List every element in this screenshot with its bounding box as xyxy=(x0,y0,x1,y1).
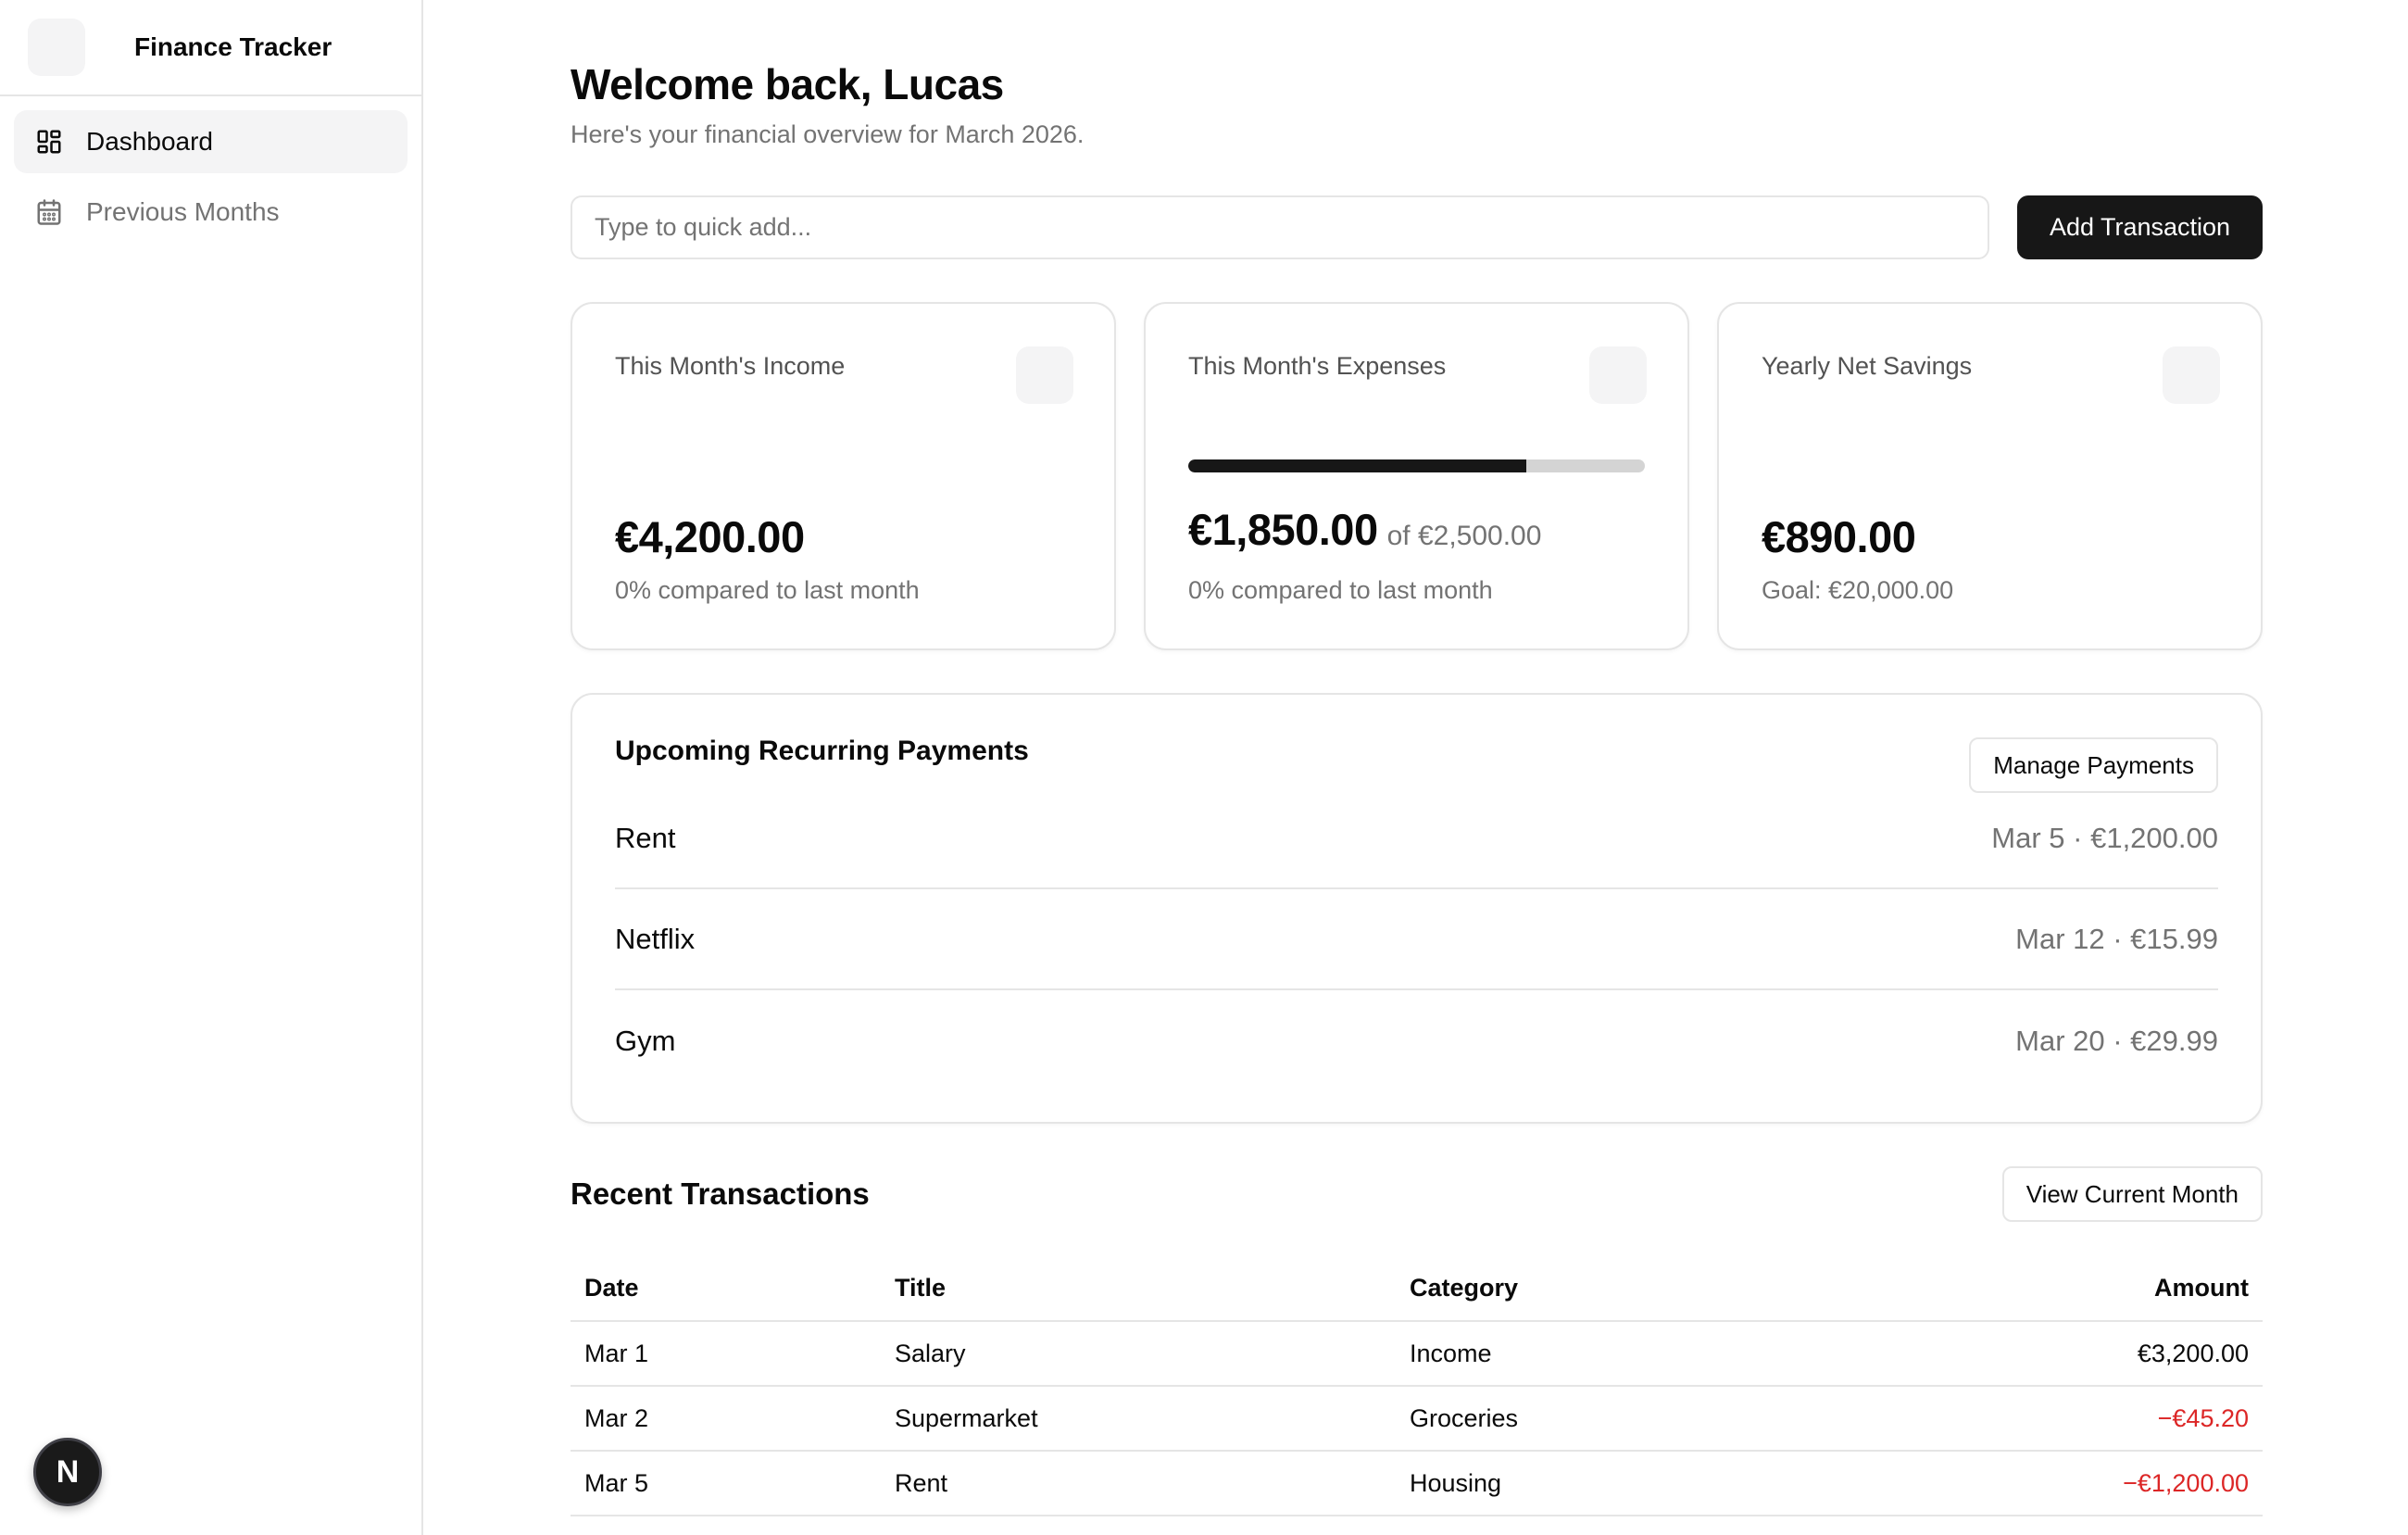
sidebar-item-previous-months[interactable]: Previous Months xyxy=(14,181,408,244)
payment-meta: Mar 12 · €15.99 xyxy=(2015,922,2218,955)
expenses-value: €1,850.00 xyxy=(1188,505,1378,554)
savings-goal: Goal: €20,000.00 xyxy=(1762,576,1954,604)
page-subtitle: Here's your financial overview for March… xyxy=(571,120,1085,148)
table-header-row: Date Title Category Amount xyxy=(571,1256,2263,1322)
income-value: €4,200.00 xyxy=(615,512,805,561)
savings-icon xyxy=(2163,346,2220,404)
app-name: Finance Tracker xyxy=(134,32,332,61)
card-title: This Month's Income xyxy=(615,352,846,380)
expenses-value-row: €1,850.00 of €2,500.00 xyxy=(1188,504,1541,555)
cell-amount: −€45.20 xyxy=(1802,1386,2263,1452)
cell-title: Salary xyxy=(881,1321,1396,1387)
cell-title: Supermarket xyxy=(881,1386,1396,1452)
expenses-progress-fill xyxy=(1188,459,1526,472)
cell-date: Mar 1 xyxy=(571,1321,881,1387)
cell-category: Income xyxy=(1396,1321,1803,1387)
payment-meta: Mar 5 · €1,200.00 xyxy=(1991,821,2218,854)
list-item[interactable]: Rent Mar 5 · €1,200.00 xyxy=(615,788,2218,889)
payment-name: Gym xyxy=(615,1024,676,1057)
cell-date: Mar 2 xyxy=(571,1386,881,1452)
income-icon xyxy=(1016,346,1073,404)
transactions-table: Date Title Category Amount Mar 1 Salary … xyxy=(571,1256,2263,1516)
income-card: This Month's Income €4,200.00 0% compare… xyxy=(571,302,1116,650)
app-root: Finance Tracker Dashboard Previous Month… xyxy=(0,0,2408,1535)
sidebar-item-label: Previous Months xyxy=(86,197,280,226)
card-title: This Month's Expenses xyxy=(1188,352,1447,380)
list-item[interactable]: Gym Mar 20 · €29.99 xyxy=(615,990,2218,1091)
table-row[interactable]: Mar 1 Salary Income €3,200.00 xyxy=(571,1321,2263,1387)
expenses-card: This Month's Expenses €1,850.00 of €2,500… xyxy=(1144,302,1689,650)
cell-title: Rent xyxy=(881,1451,1396,1516)
sidebar-item-label: Dashboard xyxy=(86,127,213,156)
table-row[interactable]: Mar 5 Rent Housing −€1,200.00 xyxy=(571,1451,2263,1516)
income-comparison: 0% compared to last month xyxy=(615,576,920,604)
calendar-icon xyxy=(34,197,64,227)
recurring-payments-panel: Upcoming Recurring Payments Manage Payme… xyxy=(571,693,2263,1124)
sidebar: Finance Tracker Dashboard Previous Month… xyxy=(0,0,423,1535)
dashboard-grid-icon xyxy=(34,127,64,157)
recurring-list: Rent Mar 5 · €1,200.00 Netflix Mar 12 · … xyxy=(615,788,2218,1091)
column-header-category: Category xyxy=(1396,1256,1803,1322)
column-header-amount: Amount xyxy=(1802,1256,2263,1322)
expenses-progress-bar xyxy=(1188,459,1645,472)
sidebar-item-dashboard[interactable]: Dashboard xyxy=(14,110,408,173)
savings-card: Yearly Net Savings €890.00 Goal: €20,000… xyxy=(1717,302,2263,650)
quick-add-input[interactable] xyxy=(571,195,1989,259)
brand: Finance Tracker xyxy=(0,0,421,96)
payment-name: Rent xyxy=(615,821,676,854)
manage-payments-button[interactable]: Manage Payments xyxy=(1969,737,2218,793)
cell-amount: −€1,200.00 xyxy=(1802,1451,2263,1516)
expenses-budget: of €2,500.00 xyxy=(1386,521,1542,551)
recurring-title: Upcoming Recurring Payments xyxy=(615,736,1029,766)
cell-date: Mar 5 xyxy=(571,1451,881,1516)
dev-tools-badge[interactable]: N xyxy=(33,1438,102,1506)
payment-name: Netflix xyxy=(615,922,696,955)
transactions-title: Recent Transactions xyxy=(571,1176,870,1211)
card-title: Yearly Net Savings xyxy=(1762,352,1973,380)
expenses-icon xyxy=(1589,346,1647,404)
column-header-date: Date xyxy=(571,1256,881,1322)
app-logo xyxy=(28,19,85,76)
add-transaction-button[interactable]: Add Transaction xyxy=(2017,195,2263,259)
view-current-month-button[interactable]: View Current Month xyxy=(2001,1166,2263,1222)
cell-amount: €3,200.00 xyxy=(1802,1321,2263,1387)
column-header-title: Title xyxy=(881,1256,1396,1322)
cell-category: Groceries xyxy=(1396,1386,1803,1452)
cell-category: Housing xyxy=(1396,1451,1803,1516)
expenses-comparison: 0% compared to last month xyxy=(1188,576,1493,604)
list-item[interactable]: Netflix Mar 12 · €15.99 xyxy=(615,889,2218,990)
payment-meta: Mar 20 · €29.99 xyxy=(2015,1024,2218,1057)
table-row[interactable]: Mar 2 Supermarket Groceries −€45.20 xyxy=(571,1386,2263,1452)
savings-value: €890.00 xyxy=(1762,512,1916,561)
page-title: Welcome back, Lucas xyxy=(571,60,1004,108)
sidebar-nav: Dashboard Previous Months xyxy=(0,96,421,244)
